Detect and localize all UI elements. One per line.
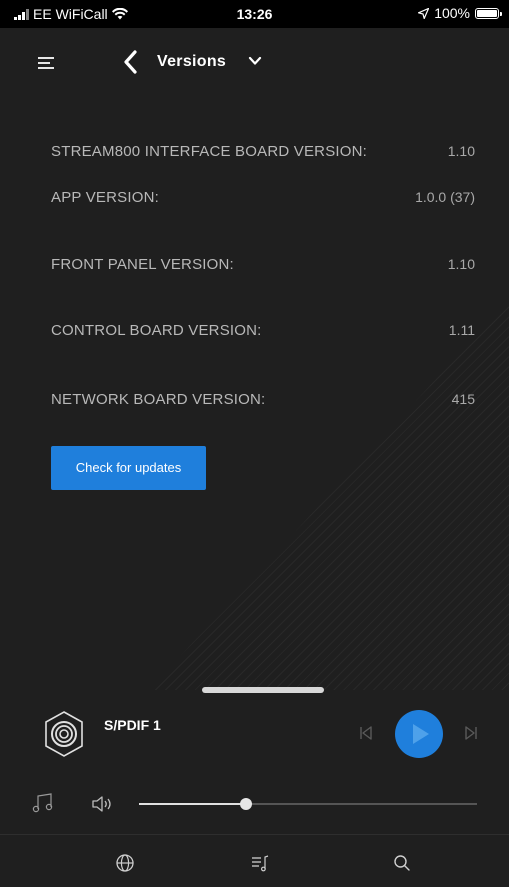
background-hatch-decoration xyxy=(149,300,509,690)
drawer-handle[interactable] xyxy=(202,687,324,693)
page-title[interactable]: Versions xyxy=(157,53,226,71)
version-label: NETWORK BOARD VERSION: xyxy=(51,391,266,408)
volume-icon[interactable] xyxy=(91,795,113,813)
version-row-control-board: CONTROL BOARD VERSION: 1.11 xyxy=(51,322,475,346)
location-arrow-icon xyxy=(418,7,430,19)
chevron-down-icon[interactable] xyxy=(248,54,262,68)
version-label: APP VERSION: xyxy=(51,189,159,206)
status-right: 100% xyxy=(418,5,502,21)
battery-icon xyxy=(475,7,502,19)
battery-percent: 100% xyxy=(434,5,470,21)
source-label[interactable]: S/PDIF 1 xyxy=(104,717,161,733)
check-for-updates-button[interactable]: Check for updates xyxy=(51,446,206,490)
play-icon xyxy=(413,724,429,744)
status-bar: EE WiFiCall 13:26 100% xyxy=(0,0,509,28)
globe-icon[interactable] xyxy=(115,853,135,873)
version-label: FRONT PANEL VERSION: xyxy=(51,256,234,273)
version-row-front-panel: FRONT PANEL VERSION: 1.10 xyxy=(51,256,475,280)
volume-fill xyxy=(139,803,247,805)
tab-bar xyxy=(0,834,509,887)
version-value: 1.0.0 (37) xyxy=(415,189,475,205)
volume-thumb[interactable] xyxy=(240,798,253,810)
menu-icon[interactable] xyxy=(38,57,54,69)
back-chevron-icon[interactable] xyxy=(121,49,139,75)
versions-screen: EE WiFiCall 13:26 100% Versions STREAM80… xyxy=(0,0,509,887)
queue-icon[interactable] xyxy=(250,853,270,873)
version-value: 1.10 xyxy=(447,143,475,159)
version-value: 415 xyxy=(451,391,475,407)
play-button[interactable] xyxy=(395,710,443,758)
version-value: 1.10 xyxy=(447,256,475,272)
version-row-interface-board: STREAM800 INTERFACE BOARD VERSION: 1.10 xyxy=(51,143,475,167)
version-row-network-board: NETWORK BOARD VERSION: 415 xyxy=(51,391,475,415)
source-icon[interactable] xyxy=(40,710,88,758)
version-label: STREAM800 INTERFACE BOARD VERSION: xyxy=(51,143,368,160)
search-icon[interactable] xyxy=(392,853,412,873)
previous-track-icon[interactable] xyxy=(358,725,374,741)
header: Versions xyxy=(0,40,509,84)
version-row-app: APP VERSION: 1.0.0 (37) xyxy=(51,189,475,213)
volume-slider[interactable] xyxy=(139,798,477,810)
music-icon[interactable] xyxy=(32,792,54,814)
version-value: 1.11 xyxy=(448,322,475,338)
version-label: CONTROL BOARD VERSION: xyxy=(51,322,262,339)
next-track-icon[interactable] xyxy=(463,725,479,741)
